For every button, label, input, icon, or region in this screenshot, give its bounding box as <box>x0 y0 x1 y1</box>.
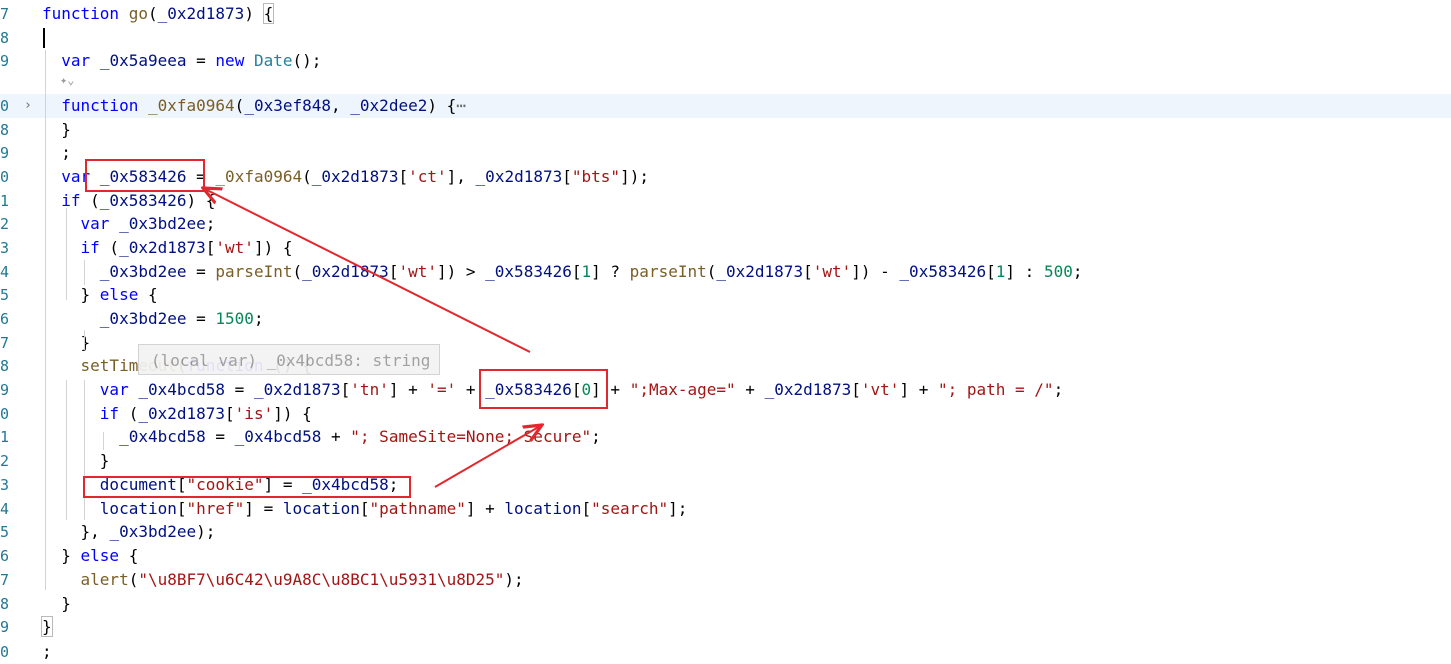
arrow-to-var-declaration <box>203 188 531 353</box>
arrow-to-index-usage <box>434 425 542 488</box>
annotation-arrows <box>0 0 1451 488</box>
